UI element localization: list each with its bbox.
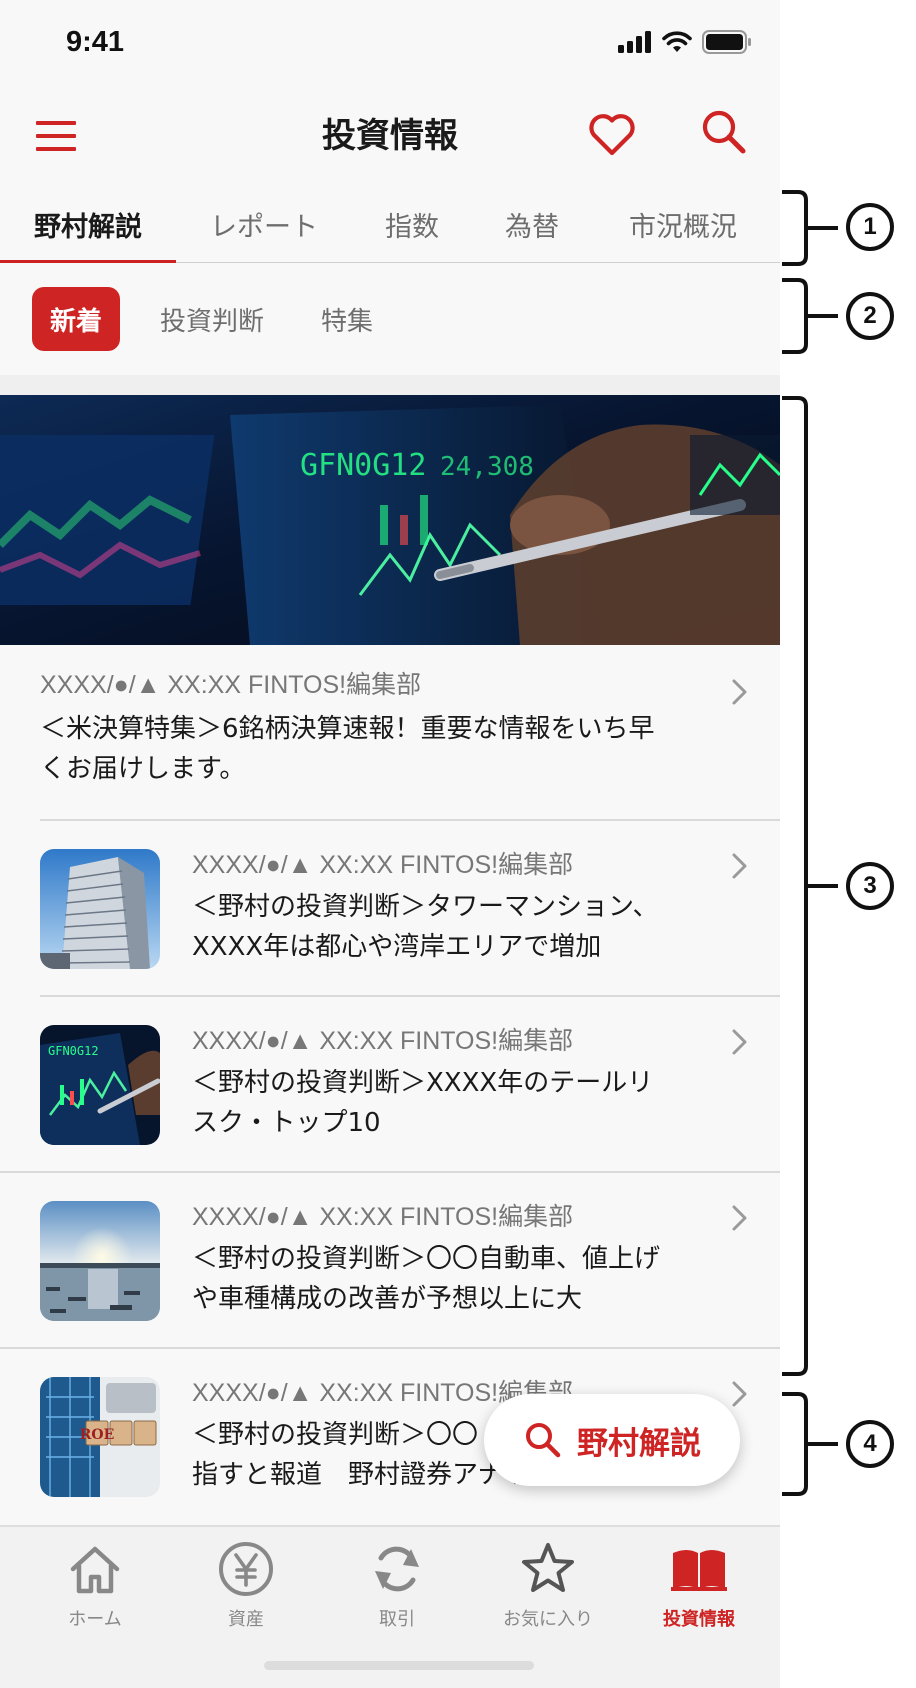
chevron-right-icon xyxy=(732,853,747,879)
tab-nomura-commentary[interactable]: 野村解説 xyxy=(0,186,176,264)
yen-icon xyxy=(219,1542,273,1596)
article-title-line1: ＜野村の投資判断＞タワーマンション、 xyxy=(192,892,659,922)
battery-icon xyxy=(702,30,751,54)
tabbar-item-trade[interactable]: 取引 xyxy=(322,1527,472,1647)
heart-icon xyxy=(589,114,635,156)
search-icon xyxy=(526,1423,561,1458)
search-button[interactable] xyxy=(698,106,750,158)
app-header: 投資情報 xyxy=(0,90,780,186)
tabbar-label: ホーム xyxy=(68,1609,122,1630)
section-divider xyxy=(0,375,780,395)
favorites-button[interactable] xyxy=(586,108,638,160)
hero-chart-photo: GFN0G12 24,308 xyxy=(0,395,780,645)
wifi-icon xyxy=(662,31,692,52)
star-icon xyxy=(522,1543,574,1592)
menu-button[interactable] xyxy=(34,114,78,158)
chevron-right-icon xyxy=(732,1205,747,1231)
article-list-item[interactable]: XXXX/●/▲ XX:XX FINTOS!編集部 ＜野村の投資判断＞タワーマン… xyxy=(0,821,780,997)
article-meta: XXXX/●/▲ XX:XX FINTOS!編集部 xyxy=(40,671,422,699)
article-title-line1: ＜野村の投資判断＞〇〇自動車、値上げ xyxy=(192,1244,661,1274)
tabbar-item-home[interactable]: ホーム xyxy=(20,1527,170,1647)
callout-number: 1 xyxy=(846,203,894,251)
stock-screen-image: GFN0G12 xyxy=(40,1025,160,1145)
article-title-line1: ＜野村の投資判断＞XXXX年のテールリ xyxy=(192,1068,654,1098)
article-title-line2: くお届けします。 xyxy=(40,754,246,784)
nomura-commentary-search-button[interactable]: 野村解説 xyxy=(484,1394,740,1486)
article-thumbnail: ROE xyxy=(40,1377,160,1497)
tabbar-label: お気に入り xyxy=(503,1609,593,1630)
article-list-item[interactable]: GFN0G12 XXXX/●/▲ XX:XX FINTOS!編集部 ＜野村の投資… xyxy=(0,997,780,1173)
hero-image[interactable]: GFN0G12 24,308 xyxy=(0,395,780,645)
page-title: 投資情報 xyxy=(322,116,458,156)
tower-building-image xyxy=(40,849,160,969)
book-icon xyxy=(671,1550,727,1591)
svg-text:24,308: 24,308 xyxy=(440,452,534,482)
tabbar-label: 投資情報 xyxy=(663,1609,735,1630)
chevron-right-icon xyxy=(732,1029,747,1055)
chip-investment-judgment[interactable]: 投資判断 xyxy=(150,287,274,351)
refresh-icon xyxy=(375,1546,419,1592)
article-thumbnail xyxy=(40,1201,160,1321)
tab-index[interactable]: 指数 xyxy=(352,186,472,263)
article-title-line2: や車種構成の改善が予想以上に大 xyxy=(192,1284,583,1314)
article-meta: XXXX/●/▲ XX:XX FINTOS!編集部 xyxy=(192,851,574,879)
bracket-3 xyxy=(782,396,838,1376)
callout-number: 4 xyxy=(846,1420,894,1468)
article-list-item[interactable]: XXXX/●/▲ XX:XX FINTOS!編集部 ＜野村の投資判断＞〇〇自動車… xyxy=(0,1173,780,1349)
status-time: 9:41 xyxy=(66,26,125,58)
callout-number: 3 xyxy=(846,862,894,910)
article-meta: XXXX/●/▲ XX:XX FINTOS!編集部 xyxy=(192,1027,574,1055)
chevron-right-icon xyxy=(732,679,747,705)
tabbar-label: 資産 xyxy=(228,1609,264,1630)
tabbar-label: 取引 xyxy=(379,1609,415,1630)
article-thumbnail: GFN0G12 xyxy=(40,1025,160,1145)
svg-text:GFN0G12: GFN0G12 xyxy=(300,448,426,483)
hero-article[interactable]: XXXX/●/▲ XX:XX FINTOS!編集部 ＜米決算特集＞6銘柄決算速報… xyxy=(0,645,780,821)
home-icon xyxy=(70,1546,120,1594)
svg-text:ROE: ROE xyxy=(80,1427,115,1443)
callout-number: 2 xyxy=(846,292,894,340)
tab-market-overview[interactable]: 市況概況 xyxy=(612,186,754,263)
article-thumbnail xyxy=(40,849,160,969)
svg-text:GFN0G12: GFN0G12 xyxy=(48,1044,99,1058)
status-bar: 9:41 xyxy=(0,0,780,90)
hamburger-menu-icon xyxy=(36,121,76,151)
sub-tabs: 新着 投資判断 特集 xyxy=(0,263,780,375)
signal-icon xyxy=(618,31,651,53)
article-title-line2: XXXX年は都心や湾岸エリアで増加 xyxy=(192,932,602,962)
roe-blocks-image: ROE xyxy=(40,1377,160,1497)
article-meta: XXXX/●/▲ XX:XX FINTOS!編集部 xyxy=(192,1203,574,1231)
harbor-sunset-image xyxy=(40,1201,160,1321)
bracket-2 xyxy=(782,278,838,354)
search-icon xyxy=(702,110,746,154)
tabbar-item-investment-info[interactable]: 投資情報 xyxy=(624,1527,774,1647)
chevron-right-icon xyxy=(732,1381,747,1407)
fab-label: 野村解説 xyxy=(577,1425,701,1462)
bracket-1 xyxy=(782,190,838,266)
article-title-line2: スク・トップ10 xyxy=(192,1108,381,1138)
chip-feature[interactable]: 特集 xyxy=(312,287,382,351)
article-title-line1: ＜米決算特集＞6銘柄決算速報！重要な情報をいち早 xyxy=(40,714,655,744)
home-indicator xyxy=(264,1661,534,1670)
article-title-line1: ＜野村の投資判断＞〇〇 xyxy=(192,1420,479,1450)
tab-fx[interactable]: 為替 xyxy=(472,186,592,263)
tabbar-item-favorites[interactable]: お気に入り xyxy=(473,1527,623,1647)
bracket-4 xyxy=(782,1392,838,1496)
status-icons xyxy=(618,30,752,54)
tabbar-item-assets[interactable]: 資産 xyxy=(171,1527,321,1647)
category-tabs: 野村解説 レポート 指数 為替 市況概況 xyxy=(0,186,780,264)
article-feed: GFN0G12 24,308 XXXX/●/▲ XX:XX FINTOS!編集部… xyxy=(0,395,780,1525)
tab-report[interactable]: レポート xyxy=(176,186,352,263)
phone-screen: 9:41 投資情報 野村解説 レポート 指数 為替 市況概況 新着 投資判断 特… xyxy=(0,0,780,1688)
chip-new[interactable]: 新着 xyxy=(32,287,120,351)
